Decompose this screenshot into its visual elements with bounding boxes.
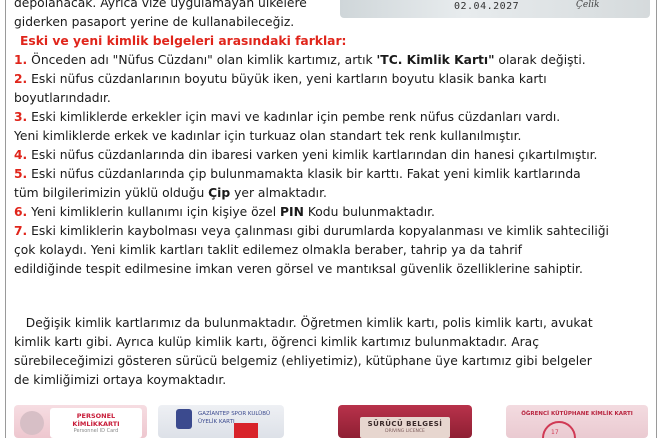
item-text: tüm bilgilerimizin yüklü olduğu xyxy=(14,186,209,200)
intro-text: depolanacak. Ayrıca vize uygulamayan ülk… xyxy=(14,0,354,32)
card-label-panel: PERSONEL KİMLİKKARTI Personnel ID Card xyxy=(50,408,142,438)
turkish-flag-icon xyxy=(234,423,258,438)
item-text: Önceden adı "Nüfus Cüzdanı" olan kimlik … xyxy=(27,53,377,67)
item-text: yer almaktadır. xyxy=(230,186,327,200)
card-label-panel: SÜRÜCÜ BELGESİ DRIVING LICENCE xyxy=(360,417,450,438)
difference-item: 6. Yeni kimliklerin kullanımı için kişiy… xyxy=(14,203,654,222)
intro-line: depolanacak. Ayrıca vize uygulamayan ülk… xyxy=(14,0,307,10)
club-membership-card-image: GAZİANTEP SPOR KULÜBÜ ÜYELİK KARTI xyxy=(158,405,284,438)
item-number: 2. xyxy=(14,72,28,86)
difference-item: 2. Eski nüfus cüzdanlarının boyutu büyük… xyxy=(14,70,654,89)
item-text: Kodu bulunmaktadır. xyxy=(303,205,435,219)
institution-logo-icon xyxy=(20,411,44,435)
item-text: Yeni kimliklerin kullanımı için kişiye ö… xyxy=(27,205,281,219)
card-subtitle: KİMLİKKARTI xyxy=(72,420,120,428)
intro-line: giderken pasaport yerine de kullanabilec… xyxy=(14,15,295,29)
difference-item-continuation: boyutlarındadır. xyxy=(14,91,111,105)
paragraph-line: sürebileceğimizi gösteren sürücü belgemi… xyxy=(14,354,592,368)
difference-item-continuation: tüm bilgilerimizin yüklü olduğu Çip yer … xyxy=(14,184,654,203)
card-caption: Personnel ID Card xyxy=(73,428,119,434)
card-title: SÜRÜCÜ BELGESİ xyxy=(367,420,443,428)
card-subtitle: DRIVING LICENCE xyxy=(385,429,425,434)
card-title: ÖĞRENCİ KÜTÜPHANE KİMLİK KARTI xyxy=(521,411,633,417)
difference-item-continuation: edildiğinde tespit edilmesine imkan vere… xyxy=(14,262,583,276)
item-number: 3. xyxy=(14,110,28,124)
card-expiry-date: 02.04.2027 xyxy=(454,1,520,12)
difference-item: 3. Eski kimliklerde erkekler için mavi v… xyxy=(14,108,654,127)
item-number: 5. xyxy=(14,167,28,181)
card-signature: Çelik xyxy=(576,0,600,10)
emblem-number: 17 xyxy=(551,429,559,436)
card-subtitle: ÜYELİK KARTI xyxy=(198,419,235,425)
library-card-image: ÖĞRENCİ KÜTÜPHANE KİMLİK KARTI 17 xyxy=(506,405,648,438)
difference-item: 1. Önceden adı "Nüfus Cüzdanı" olan kiml… xyxy=(14,51,654,70)
closing-paragraph: Değişik kimlik kartlarımız da bulunmakta… xyxy=(14,314,646,390)
item-number: 4. xyxy=(14,148,28,162)
item-number: 1. xyxy=(14,53,28,67)
item-bold-text: PIN xyxy=(280,205,304,219)
item-text: Eski kimliklerin kaybolması veya çalınma… xyxy=(27,224,609,238)
differences-section: Eski ve yeni kimlik belgeleri arasındaki… xyxy=(14,32,654,279)
difference-item: 7. Eski kimliklerin kaybolması veya çalı… xyxy=(14,222,654,241)
difference-item: 4. Eski nüfus cüzdanlarında din ibaresi … xyxy=(14,146,654,165)
item-text: Eski kimliklerde erkekler için mavi ve k… xyxy=(27,110,561,124)
item-text: Eski nüfus cüzdanlarında çip bulunmamakt… xyxy=(27,167,581,181)
paragraph-line: Değişik kimlik kartlarımız da bulunmakta… xyxy=(14,316,593,330)
difference-item: 5. Eski nüfus cüzdanlarında çip bulunmam… xyxy=(14,165,654,184)
driver-license-card-image: SÜRÜCÜ BELGESİ DRIVING LICENCE xyxy=(338,405,472,438)
item-number: 7. xyxy=(14,224,28,238)
library-emblem-icon: 17 xyxy=(542,421,576,438)
item-bold-text: Çip xyxy=(208,186,231,200)
card-title: GAZİANTEP SPOR KULÜBÜ xyxy=(198,411,270,417)
difference-item-continuation: Yeni kimliklerde erkek ve kadınlar için … xyxy=(14,129,522,143)
personnel-id-card-image: PERSONEL KİMLİKKARTI Personnel ID Card xyxy=(14,405,147,438)
club-crest-icon xyxy=(176,409,192,429)
difference-item-continuation: çok kolaydı. Yeni kimlik kartları taklit… xyxy=(14,243,523,257)
item-text: Eski nüfus cüzdanlarında din ibaresi var… xyxy=(27,148,598,162)
item-number: 6. xyxy=(14,205,28,219)
item-text: olarak değişti. xyxy=(494,53,586,67)
item-bold-text: 'TC. Kimlik Kartı" xyxy=(376,53,495,67)
id-card-gallery: PERSONEL KİMLİKKARTI Personnel ID Card G… xyxy=(0,397,663,438)
card-title: PERSONEL xyxy=(76,412,116,420)
differences-heading: Eski ve yeni kimlik belgeleri arasındaki… xyxy=(20,34,347,48)
paragraph-line: kimlik kartı gibi. Ayrıca kulüp kimlik k… xyxy=(14,335,539,349)
item-text: Eski nüfus cüzdanlarının boyutu büyük ik… xyxy=(27,72,547,86)
id-card-image: 02.04.2027 Çelik xyxy=(340,0,650,18)
paragraph-line: de kimliğimizi ortaya koymaktadır. xyxy=(14,373,227,387)
